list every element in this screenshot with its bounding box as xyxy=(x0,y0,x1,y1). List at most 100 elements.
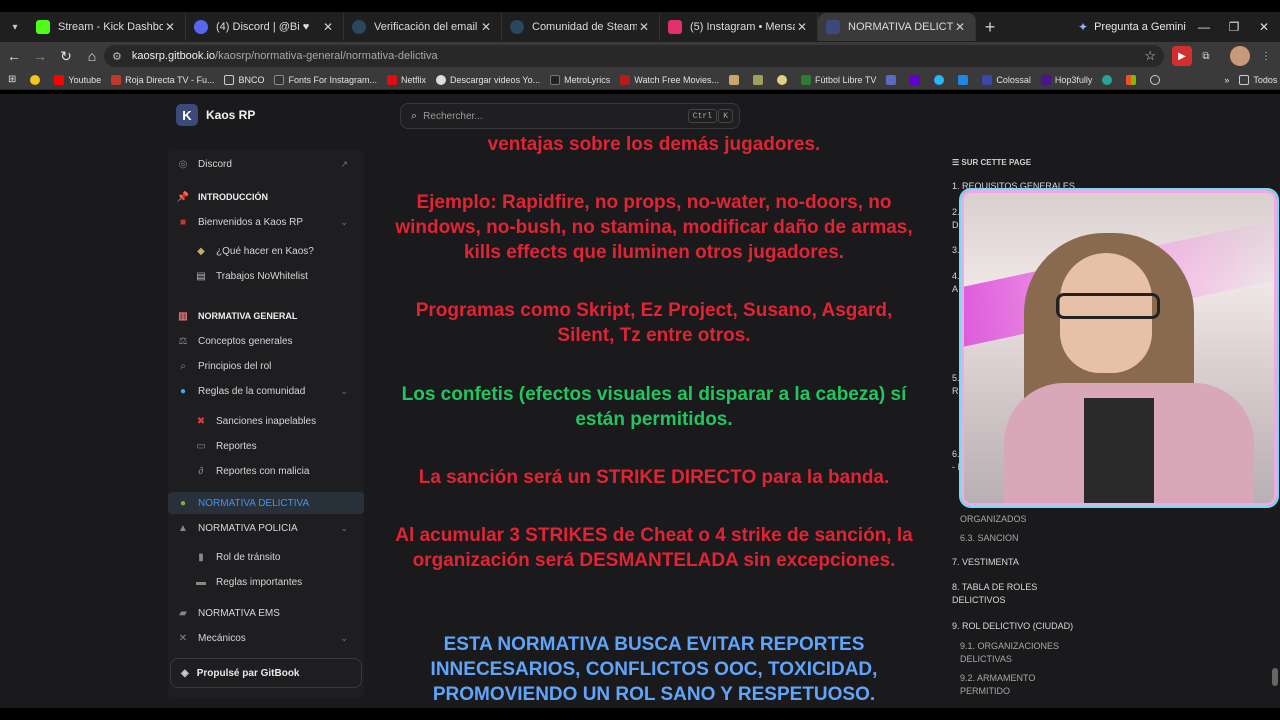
bookmark-colossal[interactable]: Colossal xyxy=(982,74,1031,85)
forward-arrow-icon[interactable]: → xyxy=(28,44,52,68)
bookmark-globe[interactable] xyxy=(1150,74,1164,85)
bookmark-watch-free-movies[interactable]: Watch Free Movies... xyxy=(620,74,719,85)
bookmark-misc-2[interactable] xyxy=(752,74,767,85)
tab-email-verification[interactable]: Verificación del email ✕ xyxy=(344,13,502,41)
bookmark-yahoo[interactable] xyxy=(910,74,924,85)
toc-item[interactable]: 6.3. SANCION xyxy=(960,532,1019,545)
bookmark-fonts-instagram[interactable]: Fonts For Instagram... xyxy=(274,74,377,85)
kaos-favicon-icon xyxy=(826,20,840,34)
sidebar-item-reportes[interactable]: ▭ Reportes xyxy=(168,435,364,457)
bookmark-misc-4[interactable] xyxy=(886,74,900,85)
sidebar-item-label: Reportes con malicia xyxy=(216,465,310,477)
apps-grid-icon[interactable]: ⊞ xyxy=(8,74,16,86)
sidebar-item-sanciones[interactable]: ✖ Sanciones inapelables xyxy=(168,410,364,432)
bookmark-misc-7[interactable] xyxy=(1102,74,1116,85)
sidebar-item-mecanicos[interactable]: ✕ Mecánicos ⌄ xyxy=(168,627,364,649)
sidebar-item-trabajos[interactable]: ▤ Trabajos NoWhitelist xyxy=(168,265,364,287)
toc-item[interactable]: ORGANIZADOS xyxy=(960,513,1027,526)
tab-normativa-delictiva[interactable]: NORMATIVA DELICTIVA | Kaos R ✕ xyxy=(818,13,976,41)
close-icon[interactable]: ✕ xyxy=(637,20,651,34)
bookmark-misc-3[interactable] xyxy=(776,74,791,85)
bookmark-misc-1[interactable] xyxy=(728,74,743,85)
tab-discord[interactable]: (4) Discord | @Bi ♥ ✕ xyxy=(186,13,344,41)
sidebar-item-bienvenidos[interactable]: ■ Bienvenidos a Kaos RP ⌄ xyxy=(168,211,364,233)
close-icon[interactable]: ✕ xyxy=(163,20,177,34)
chevron-down-icon[interactable]: ⌄ xyxy=(340,386,348,397)
bookmark-roja-directa[interactable]: Roja Directa TV - Fu... xyxy=(111,74,215,85)
sidebar-item-normativa-delictiva[interactable]: ● NORMATIVA DELICTIVA xyxy=(168,492,364,514)
chevron-down-icon[interactable]: ⌄ xyxy=(340,633,348,644)
sidebar-item-normativa-policia[interactable]: ▲ NORMATIVA POLICIA ⌄ xyxy=(168,517,364,539)
sidebar-item-normativa-ems[interactable]: ▰ NORMATIVA EMS xyxy=(168,602,364,624)
toc-item[interactable]: D xyxy=(952,219,959,232)
tab-instagram[interactable]: (5) Instagram • Mensajes ✕ xyxy=(660,13,818,41)
close-icon[interactable]: ✕ xyxy=(795,20,809,34)
bookmark-bnco[interactable]: BNCO xyxy=(224,74,264,85)
chevron-down-icon[interactable]: ⌄ xyxy=(340,523,348,534)
chevron-down-icon[interactable]: ⌄ xyxy=(340,217,348,228)
powered-by-gitbook-link[interactable]: ◈ Propulsé par GitBook xyxy=(170,658,362,688)
toc-item[interactable]: 5. xyxy=(952,372,960,385)
bookmark-youtube[interactable]: Youtube xyxy=(54,74,101,85)
bookmark-star-icon[interactable]: ☆ xyxy=(1144,48,1156,64)
address-bar[interactable]: ⚙ kaosrp.gitbook.io /kaosrp/normativa-ge… xyxy=(104,45,1164,67)
home-icon[interactable]: ⌂ xyxy=(80,44,104,68)
sidebar-item-que-hacer[interactable]: ◆ ¿Qué hacer en Kaos? xyxy=(168,240,364,262)
bookmark-futbol-libre[interactable]: Fútbol Libre TV xyxy=(800,74,876,85)
site-info-icon[interactable]: ⚙ xyxy=(112,50,122,63)
extension-icon[interactable]: ▶ xyxy=(1172,46,1192,66)
bookmark-descargar-videos[interactable]: Descargar videos Yo... xyxy=(436,74,540,85)
tab-steam-community[interactable]: Comunidad de Steam :: giselma ✕ xyxy=(502,13,660,41)
toc-item[interactable]: A xyxy=(952,283,958,296)
menu-kebab-icon[interactable]: ⋮ xyxy=(1256,46,1276,66)
toc-item[interactable]: 9.2. ARMAMENTO PERMITIDO xyxy=(960,672,1060,698)
bookmark-all-bookmarks[interactable]: Todos los marcadores xyxy=(1239,74,1280,85)
reload-icon[interactable]: ↻ xyxy=(54,44,78,68)
sidebar-item-reportes-malicia[interactable]: ∂ Reportes con malicia xyxy=(168,460,364,482)
back-arrow-icon[interactable]: ← xyxy=(2,44,26,68)
bookmark-hop3fully[interactable]: Hop3fully xyxy=(1040,74,1092,85)
house-icon: ■ xyxy=(179,216,187,228)
sidebar-item-conceptos[interactable]: ⚖ Conceptos generales xyxy=(168,330,364,352)
toc-item[interactable]: 3. xyxy=(952,244,960,257)
page-scrollbar[interactable] xyxy=(1272,668,1278,686)
toc-item[interactable]: R xyxy=(952,385,959,398)
sidebar-item-reglas-importantes[interactable]: ▬ Reglas importantes xyxy=(168,571,364,593)
close-icon[interactable]: ✕ xyxy=(321,20,335,34)
search-input[interactable]: ⌕ Rechercher... Ctrl K xyxy=(400,103,740,129)
bookmark-emoji[interactable] xyxy=(30,74,44,85)
extensions-puzzle-icon[interactable]: ⧉ xyxy=(1196,46,1216,66)
bookmark-label: Roja Directa TV - Fu... xyxy=(125,74,215,85)
toc-item[interactable]: 7. VESTIMENTA xyxy=(952,556,1019,569)
toc-item[interactable]: 6. xyxy=(952,448,960,461)
window-close-icon[interactable]: ✕ xyxy=(1248,12,1280,42)
toc-item[interactable]: 4. xyxy=(952,270,960,283)
minimize-icon[interactable]: — xyxy=(1188,12,1220,42)
close-icon[interactable]: ✕ xyxy=(953,20,967,34)
sidebar-item-discord[interactable]: ◎ Discord ↗ xyxy=(168,153,364,175)
sidebar-item-principios[interactable]: ⌕ Principios del rol xyxy=(168,355,364,377)
bookmark-netflix[interactable]: Netflix xyxy=(387,74,426,85)
bookmark-microsoft[interactable] xyxy=(1126,74,1140,85)
new-tab-plus-icon[interactable]: + xyxy=(976,15,1004,39)
site-brand[interactable]: Kaos RP xyxy=(206,108,255,122)
gemini-button[interactable]: ✦ Pregunta a Gemini xyxy=(1078,16,1186,38)
toc-item[interactable]: 9. ROL DELICTIVO (CIUDAD) xyxy=(952,620,1073,633)
bookmarks-overflow-icon[interactable]: » xyxy=(1224,75,1229,85)
toc-item[interactable]: 2. xyxy=(952,206,960,219)
bookmark-misc-5[interactable] xyxy=(934,74,948,85)
toc-item[interactable]: 8. TABLA DE ROLES DELICTIVOS xyxy=(952,581,1062,607)
bookmark-metrolyrics[interactable]: MetroLyrics xyxy=(550,74,610,85)
toc-item[interactable]: - I xyxy=(952,461,960,474)
webcam-overlay xyxy=(961,190,1277,506)
restore-icon[interactable]: ❐ xyxy=(1218,12,1250,42)
toc-item[interactable]: 9.1. ORGANIZACIONES DELICTIVAS xyxy=(960,640,1070,666)
sidebar-item-reglas-comunidad[interactable]: ● Reglas de la comunidad ⌄ xyxy=(168,380,364,402)
profile-avatar[interactable] xyxy=(1230,46,1250,66)
tab-kick[interactable]: Stream - Kick Dashboard ✕ xyxy=(28,13,186,41)
bookmark-misc-6[interactable] xyxy=(958,74,972,85)
tab-search-chevron-icon[interactable]: ▾ xyxy=(2,14,28,40)
sidebar-item-rol-transito[interactable]: ▮ Rol de tránsito xyxy=(168,546,364,568)
kaos-logo[interactable]: K xyxy=(176,104,198,126)
close-icon[interactable]: ✕ xyxy=(479,20,493,34)
